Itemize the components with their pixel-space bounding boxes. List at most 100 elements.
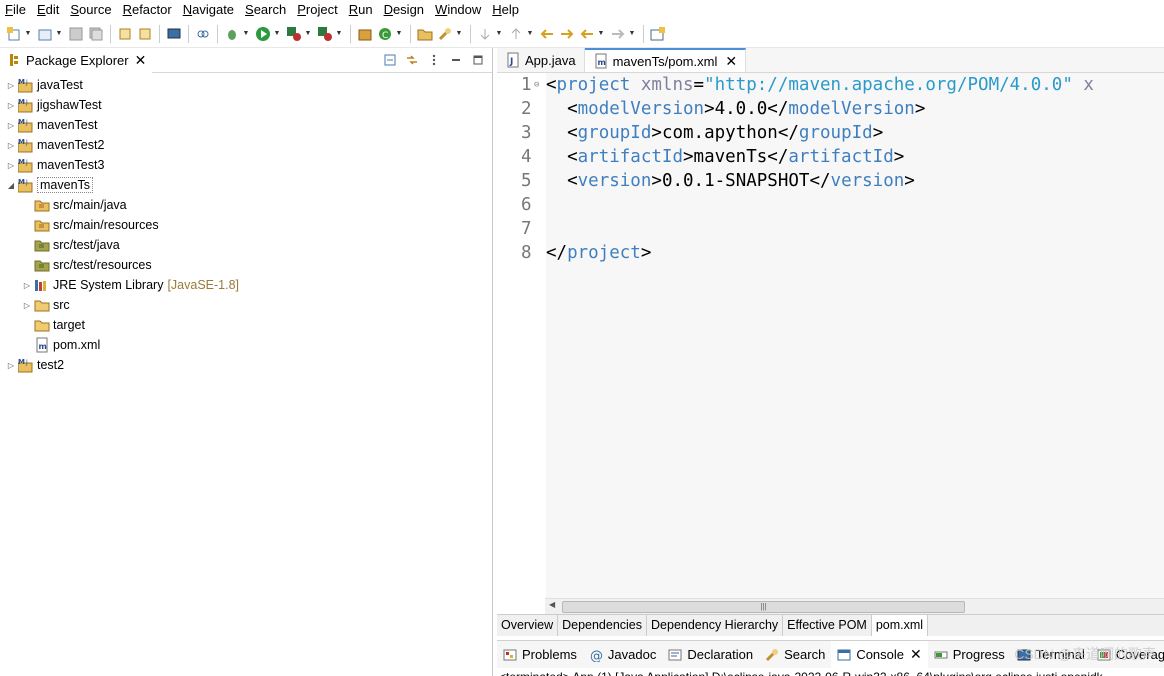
view-menu-icon[interactable]	[426, 52, 442, 68]
open-type-icon[interactable]	[37, 26, 53, 42]
close-icon[interactable]: ✕	[725, 53, 737, 70]
chevron-down-icon[interactable]: ▼	[55, 26, 63, 42]
toolbar-separator	[110, 24, 111, 43]
tree-item-test2[interactable]: ▷ M Jtest2	[0, 355, 492, 375]
chevron-down-icon[interactable]: ▼	[24, 26, 32, 42]
bottom-tab-console[interactable]: Console ✕	[831, 641, 928, 668]
menu-help[interactable]: Help	[487, 0, 525, 20]
menu-navigate[interactable]: Navigate	[178, 0, 240, 20]
new-icon[interactable]	[6, 26, 22, 42]
new-class-icon[interactable]: C	[377, 26, 393, 42]
code-lines[interactable]: <project xmlns="http://maven.apache.org/…	[546, 73, 1164, 598]
tree-item-pom-xml[interactable]: m pom.xml	[0, 335, 492, 355]
main-toolbar: ▼ ▼ ▼ ▼ ▼ ▼ C ▼ ▼ ▼ ▼ ▼ ▼	[0, 20, 1164, 48]
scroll-left-icon[interactable]: ◀	[549, 600, 555, 609]
chevron-right-icon[interactable]: ▷	[6, 140, 16, 150]
chevron-down-icon[interactable]: ▼	[628, 26, 636, 42]
code-editor[interactable]: ⊖ 12345678 <project xmlns="http://maven.…	[497, 73, 1164, 598]
tree-item-src-main-resources[interactable]: src/main/resources	[0, 215, 492, 235]
scrollbar-thumb[interactable]: |||	[562, 601, 965, 613]
chevron-down-icon[interactable]: ▼	[597, 26, 605, 42]
package-explorer-tab[interactable]: Package Explorer ✕	[0, 47, 153, 73]
forward-edit-icon[interactable]	[559, 26, 575, 42]
prev-annotation-icon[interactable]	[508, 26, 524, 42]
pom-tab-dependency-hierarchy[interactable]: Dependency Hierarchy	[647, 615, 784, 636]
tree-item-src-test-resources[interactable]: src/test/resources	[0, 255, 492, 275]
tree-item-jigshawtest[interactable]: ▷ M JjigshawTest	[0, 95, 492, 115]
coverage-run-icon[interactable]	[286, 26, 302, 42]
external-tools-icon[interactable]	[317, 26, 333, 42]
tree-item-maventest[interactable]: ▷ M JmavenTest	[0, 115, 492, 135]
open-perspective-icon[interactable]	[650, 26, 666, 42]
chevron-down-icon[interactable]: ▼	[242, 26, 250, 42]
pom-tab-dependencies[interactable]: Dependencies	[558, 615, 648, 636]
chevron-right-icon[interactable]: ▷	[6, 360, 16, 370]
menu-project[interactable]: Project	[292, 0, 343, 20]
pom-tab-effective-pom[interactable]: Effective POM	[783, 615, 872, 636]
save-icon[interactable]	[68, 26, 84, 42]
link-with-editor-icon[interactable]	[404, 52, 420, 68]
new-package-icon[interactable]	[357, 26, 373, 42]
menu-search[interactable]: Search	[240, 0, 292, 20]
forward-icon[interactable]	[610, 26, 626, 42]
tree-item-src[interactable]: ▷ src	[0, 295, 492, 315]
chevron-down-icon[interactable]: ▼	[335, 26, 343, 42]
chevron-down-icon[interactable]: ▼	[455, 26, 463, 42]
menu-file[interactable]: File	[0, 0, 32, 20]
tree-item-src-test-java[interactable]: src/test/java	[0, 235, 492, 255]
chevron-down-icon[interactable]: ▼	[526, 26, 534, 42]
chevron-down-icon[interactable]: ◢	[6, 180, 16, 190]
debug-icon[interactable]	[224, 26, 240, 42]
menu-design[interactable]: Design	[379, 0, 430, 20]
editor-tab-app-java[interactable]: J App.java	[497, 48, 585, 72]
editor-tab-mavents-pom-xml[interactable]: m mavenTs/pom.xml ✕	[584, 48, 747, 72]
chevron-down-icon[interactable]: ▼	[273, 26, 281, 42]
menu-refactor[interactable]: Refactor	[118, 0, 178, 20]
bottom-tab-search[interactable]: Search	[759, 641, 831, 668]
save-all-icon[interactable]	[88, 26, 104, 42]
search-toolbar-icon[interactable]	[437, 26, 453, 42]
bottom-tab-progress[interactable]: Progress	[928, 641, 1011, 668]
menu-run[interactable]: Run	[344, 0, 379, 20]
tree-item-maventest2[interactable]: ▷ M JmavenTest2	[0, 135, 492, 155]
chevron-right-icon[interactable]: ▷	[6, 120, 16, 130]
bottom-tab-problems[interactable]: Problems	[497, 641, 583, 668]
chevron-right-icon[interactable]: ▷	[6, 100, 16, 110]
chevron-right-icon[interactable]: ▷	[6, 80, 16, 90]
tree-item-jre-system-library[interactable]: ▷ JRE System Library [JavaSE-1.8]	[0, 275, 492, 295]
menu-edit[interactable]: Edit	[32, 0, 65, 20]
open-folder-icon[interactable]	[417, 26, 433, 42]
menu-window[interactable]: Window	[430, 0, 487, 20]
toolbar-separator	[217, 24, 218, 43]
last-edit-icon[interactable]	[539, 26, 555, 42]
menu-source[interactable]: Source	[65, 0, 117, 20]
pom-tab-overview[interactable]: Overview	[497, 615, 559, 636]
close-icon[interactable]: ✕	[135, 53, 147, 67]
pom-tab-pom-xml[interactable]: pom.xml	[871, 615, 929, 636]
tree-item-target[interactable]: target	[0, 315, 492, 335]
back-icon[interactable]	[579, 26, 595, 42]
build-icon[interactable]	[117, 26, 133, 42]
chevron-right-icon[interactable]: ▷	[6, 160, 16, 170]
close-icon[interactable]: ✕	[910, 646, 922, 663]
next-annotation-icon[interactable]	[477, 26, 493, 42]
tree-item-mavents[interactable]: ◢ M JmavenTs	[0, 175, 492, 195]
chevron-right-icon[interactable]: ▷	[22, 300, 32, 310]
skip-breakpoints-icon[interactable]	[137, 26, 153, 42]
terminal-toolbar-icon[interactable]	[166, 26, 182, 42]
tree-item-javatest[interactable]: ▷ M JjavaTest	[0, 75, 492, 95]
bottom-tab-javadoc[interactable]: @ Javadoc	[583, 641, 662, 668]
chevron-right-icon[interactable]: ▷	[22, 280, 32, 290]
maximize-icon[interactable]	[470, 52, 486, 68]
link-icon[interactable]	[195, 26, 211, 42]
chevron-down-icon[interactable]: ▼	[495, 26, 503, 42]
chevron-down-icon[interactable]: ▼	[395, 26, 403, 42]
bottom-tab-declaration[interactable]: Declaration	[662, 641, 759, 668]
tree-item-maventest3[interactable]: ▷ M JmavenTest3	[0, 155, 492, 175]
chevron-down-icon[interactable]: ▼	[304, 26, 312, 42]
run-icon[interactable]	[255, 26, 271, 42]
collapse-all-icon[interactable]	[382, 52, 398, 68]
horizontal-scrollbar[interactable]: ◀ |||	[545, 598, 1164, 614]
minimize-icon[interactable]	[448, 52, 464, 68]
tree-item-src-main-java[interactable]: src/main/java	[0, 195, 492, 215]
